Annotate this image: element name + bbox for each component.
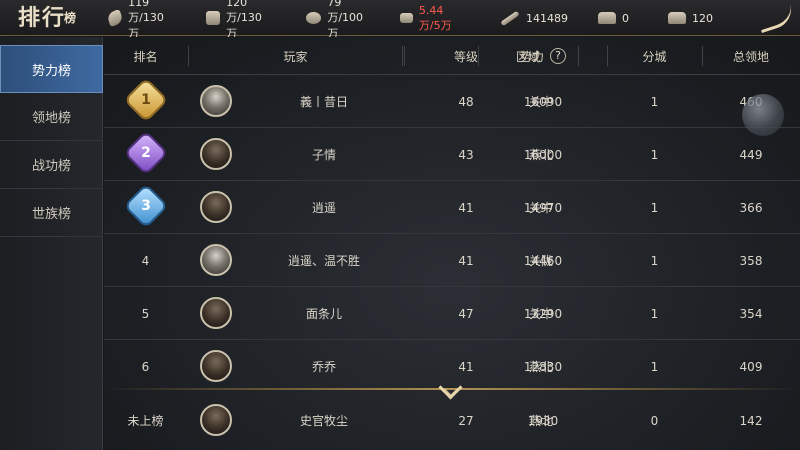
header-power-label: 势力 — [519, 49, 544, 64]
avatar — [200, 404, 232, 436]
silver-icon — [598, 12, 616, 24]
resource-food: 119万/130万 — [106, 0, 172, 40]
rank: 4 — [141, 253, 150, 268]
resource-gold-value: 120 — [692, 11, 713, 25]
resource-silver-value: 0 — [622, 11, 629, 25]
power: 12830 — [523, 359, 563, 374]
wheat-icon — [106, 9, 125, 27]
rank: 5 — [141, 306, 150, 321]
resource-gold: 120 — [668, 0, 713, 36]
floating-action-ball[interactable] — [742, 94, 784, 136]
player-name: 義丨昔日 — [299, 95, 348, 109]
header-territory: 总领地 — [732, 49, 769, 64]
player-name: 逍遥 — [311, 201, 336, 215]
page-title-main: 排行 — [18, 5, 67, 31]
table-row[interactable]: 1 義丨昔日 48 关中 16090 1 460 — [104, 75, 800, 128]
blue-medal-icon: 3 — [126, 186, 166, 226]
player-name: 子情 — [311, 148, 336, 162]
avatar — [200, 297, 232, 329]
player-name: 面条儿 — [305, 307, 342, 321]
power: 14970 — [523, 200, 563, 215]
resource-merit-value: 141489 — [526, 11, 568, 25]
branch-city: 1 — [650, 253, 659, 268]
territory: 366 — [739, 200, 763, 215]
ranking-table: 排名 玩家 等级 区域 势力 ? 分城 总领地 1 義丨昔日 48 关中 160… — [104, 37, 800, 450]
table-row[interactable]: 5 面条儿 47 关中 13290 1 354 — [104, 287, 800, 340]
tab-clan-ranking-label: 世族榜 — [31, 207, 71, 222]
header-rank: 排名 — [133, 49, 158, 64]
iron-icon — [400, 13, 413, 23]
header-branch-city: 分城 — [642, 49, 667, 64]
page-title: 排行榜 — [18, 3, 78, 33]
resource-iron-value: 5.44万/5万 — [418, 3, 452, 32]
table-row[interactable]: 2 子情 43 燕北 16000 1 449 — [104, 128, 800, 181]
sidebar: 势力榜 领地榜 战功榜 世族榜 — [0, 37, 103, 450]
power: 1930 — [527, 413, 559, 428]
resource-wood: 120万/130万 — [206, 0, 270, 40]
rank: 6 — [141, 359, 150, 374]
close-icon — [755, 2, 797, 34]
branch-city: 1 — [650, 359, 659, 374]
resource-food-value: 119万/130万 — [128, 0, 164, 40]
tab-merit-ranking[interactable]: 战功榜 — [0, 141, 103, 189]
resource-stone: 79万/100万 — [306, 0, 370, 40]
avatar — [200, 85, 232, 117]
power: 16090 — [523, 94, 563, 109]
player-name: 逍遥、温不胜 — [287, 254, 360, 268]
territory: 358 — [739, 253, 763, 268]
branch-city: 1 — [650, 200, 659, 215]
branch-city: 1 — [650, 94, 659, 109]
avatar — [200, 138, 232, 170]
territory: 449 — [739, 147, 763, 162]
tab-territory-ranking-label: 领地榜 — [31, 111, 71, 126]
resource-merit: 141489 — [500, 0, 568, 36]
help-icon[interactable]: ? — [550, 48, 566, 64]
own-ranking-row: 未上榜 史官牧尘 27 燕北 1930 0 142 — [104, 394, 800, 447]
power: 14460 — [523, 253, 563, 268]
page-title-small: 榜 — [64, 11, 79, 25]
territory: 354 — [739, 306, 763, 321]
gold-icon — [668, 12, 686, 24]
power: 16000 — [523, 147, 563, 162]
resource-iron: 5.44万/5万 — [400, 0, 453, 36]
territory: 142 — [739, 413, 763, 428]
resource-silver: 0 — [598, 0, 629, 36]
tab-merit-ranking-label: 战功榜 — [31, 159, 71, 174]
table-row[interactable]: 4 逍遥、温不胜 41 关陇 14460 1 358 — [104, 234, 800, 287]
player-name: 史官牧尘 — [299, 414, 348, 428]
table-row[interactable]: 3 逍遥 41 关中 14970 1 366 — [104, 181, 800, 234]
tab-power-ranking[interactable]: 势力榜 — [0, 45, 103, 93]
avatar — [200, 350, 232, 382]
avatar — [200, 191, 232, 223]
branch-city: 1 — [650, 147, 659, 162]
tab-clan-ranking[interactable]: 世族榜 — [0, 189, 103, 237]
gold-medal-icon: 1 — [126, 80, 166, 120]
header-level-final — [404, 37, 477, 75]
territory: 409 — [739, 359, 763, 374]
header-player: 玩家 — [283, 49, 308, 64]
stone-icon — [306, 12, 322, 24]
resource-stone-value: 79万/100万 — [327, 0, 364, 40]
top-bar: 排行榜 119万/130万 120万/130万 79万/100万 5.44万/5… — [0, 0, 800, 40]
rank: 未上榜 — [127, 414, 164, 428]
table-header: 排名 玩家 等级 区域 势力 ? 分城 总领地 — [104, 37, 800, 75]
purple-medal-icon: 2 — [126, 133, 166, 173]
player-name: 乔乔 — [311, 360, 336, 374]
tab-power-ranking-label: 势力榜 — [31, 63, 71, 79]
resource-wood-value: 120万/130万 — [226, 0, 262, 40]
header-power: 势力 ? — [480, 37, 606, 75]
tab-territory-ranking[interactable]: 领地榜 — [0, 93, 103, 141]
avatar — [200, 244, 232, 276]
branch-city: 0 — [650, 413, 659, 428]
close-button[interactable] — [752, 0, 800, 36]
branch-city: 1 — [650, 306, 659, 321]
sword-icon — [500, 10, 520, 26]
wood-icon — [206, 11, 221, 25]
power: 13290 — [523, 306, 563, 321]
